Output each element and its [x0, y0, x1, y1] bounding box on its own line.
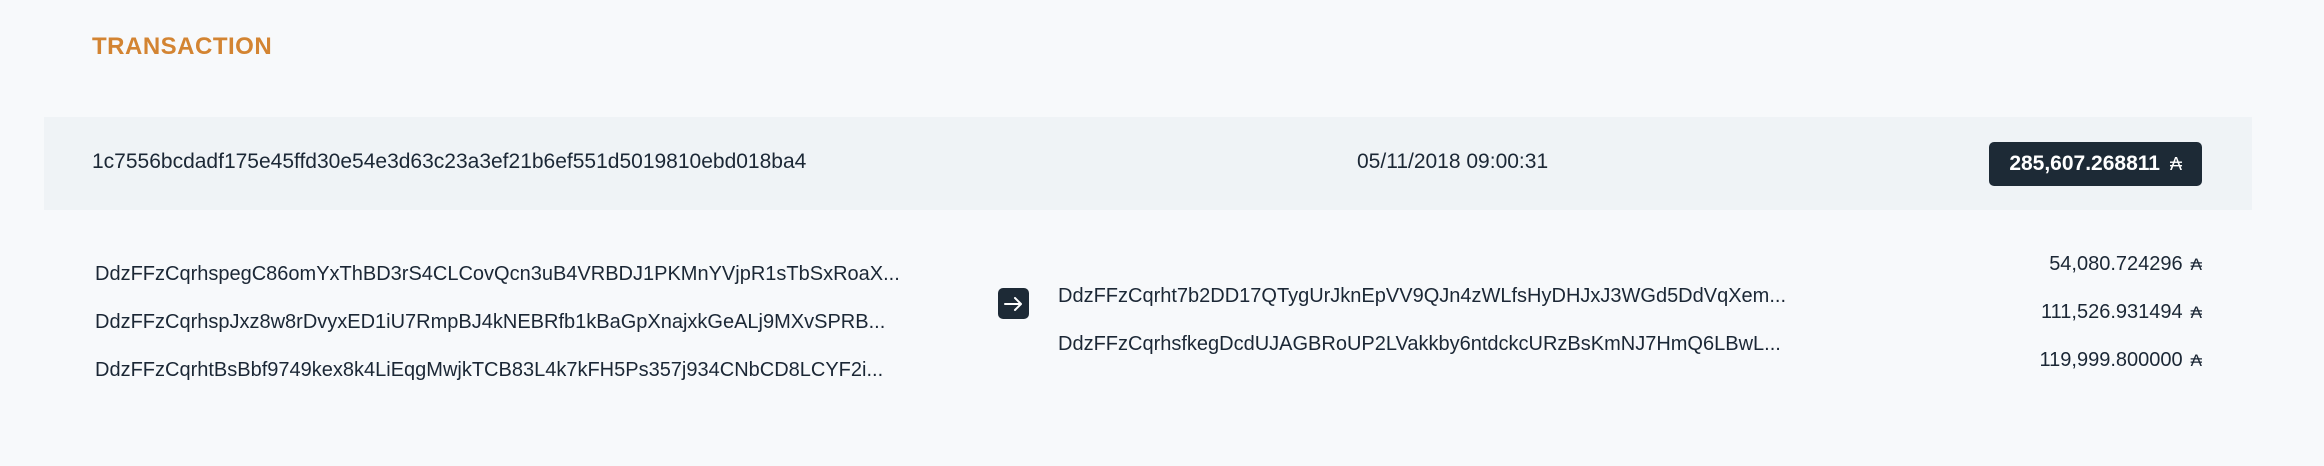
ada-currency-icon: ₳ [2190, 350, 2202, 370]
input-address-text[interactable]: DdzFFzCqrhtBsBbf9749kex8k4LiEqgMwjkTCB83… [95, 359, 935, 382]
amount-value: 119,999.800000 [2039, 348, 2183, 371]
amount-row: 111,526.931494 ₳ [1942, 288, 2202, 336]
transaction-header: 1c7556bcdadf175e45ffd30e54e3d63c23a3ef21… [44, 117, 2252, 210]
ada-currency-icon: ₳ [2190, 302, 2202, 322]
ada-currency-icon: ₳ [2190, 254, 2202, 274]
input-address-text[interactable]: DdzFFzCqrhspJxz8w8rDvyxED1iU7RmpBJ4kNEBR… [95, 311, 935, 334]
section-title: TRANSACTION [92, 33, 273, 60]
ada-currency-icon: ₳ [2169, 154, 2182, 174]
arrow-right-icon-svg [1003, 296, 1022, 311]
amount-row: 119,999.800000 ₳ [1942, 336, 2202, 384]
transaction-total-amount: 285,607.268811 [2009, 152, 2160, 175]
arrow-right-icon [998, 288, 1029, 319]
output-address[interactable]: DdzFFzCqrhsfkegDcdUJAGBRoUP2LVakkby6ntdc… [1058, 320, 1843, 368]
output-address-text[interactable]: DdzFFzCqrht7b2DD17QTygUrJknEpVV9QJn4zWLf… [1058, 285, 1843, 308]
output-address-text[interactable]: DdzFFzCqrhsfkegDcdUJAGBRoUP2LVakkby6ntdc… [1058, 333, 1843, 356]
outputs-list: DdzFFzCqrht7b2DD17QTygUrJknEpVV9QJn4zWLf… [1058, 272, 1843, 368]
transaction-total-badge: 285,607.268811 ₳ [1989, 142, 2202, 186]
input-address[interactable]: DdzFFzCqrhspJxz8w8rDvyxED1iU7RmpBJ4kNEBR… [95, 298, 935, 346]
input-address[interactable]: DdzFFzCqrhspegC86omYxThBD3rS4CLCovQcn3uB… [95, 250, 935, 298]
inputs-list: DdzFFzCqrhspegC86omYxThBD3rS4CLCovQcn3uB… [95, 250, 935, 394]
amount-value: 54,080.724296 [2049, 252, 2183, 275]
input-address[interactable]: DdzFFzCqrhtBsBbf9749kex8k4LiEqgMwjkTCB83… [95, 346, 935, 394]
amounts-list: 54,080.724296 ₳ 111,526.931494 ₳ 119,999… [1942, 240, 2202, 384]
input-address-text[interactable]: DdzFFzCqrhspegC86omYxThBD3rS4CLCovQcn3uB… [95, 263, 935, 286]
transaction-hash[interactable]: 1c7556bcdadf175e45ffd30e54e3d63c23a3ef21… [92, 150, 806, 174]
amount-row: 54,080.724296 ₳ [1942, 240, 2202, 288]
output-address[interactable]: DdzFFzCqrht7b2DD17QTygUrJknEpVV9QJn4zWLf… [1058, 272, 1843, 320]
amount-value: 111,526.931494 [2041, 300, 2183, 323]
transaction-datetime: 05/11/2018 09:00:31 [1357, 150, 1549, 173]
